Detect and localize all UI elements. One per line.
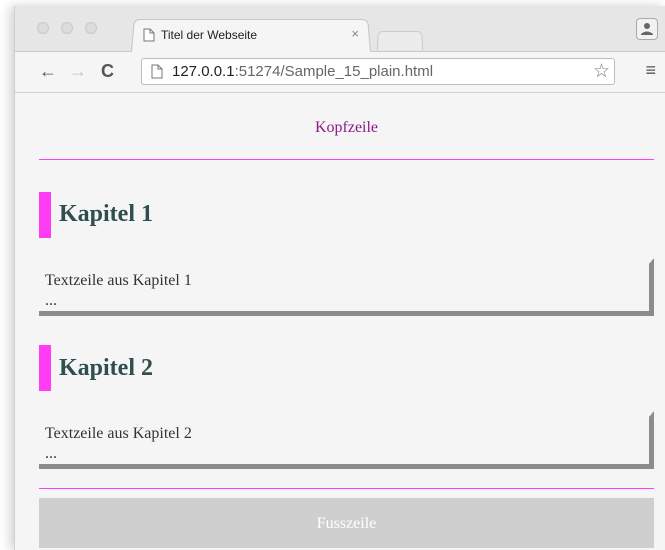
forward-icon[interactable]: → [69, 60, 87, 82]
maximize-window-icon[interactable] [85, 22, 97, 34]
page-icon [143, 28, 155, 47]
new-tab-button[interactable] [377, 31, 423, 50]
user-icon [641, 23, 653, 35]
bookmark-star-icon[interactable]: ☆ [593, 60, 610, 83]
chapter-ellipsis: ... [45, 445, 57, 462]
chapter-text-line: Textzeile aus Kapitel 1 [45, 272, 192, 289]
menu-icon[interactable]: ≡ [645, 61, 656, 79]
browser-window: Titel der Webseite × ← → C 127.0.0.1:512… [14, 6, 665, 550]
chapter-title: Kapitel 2 [59, 355, 153, 381]
tab-close-icon[interactable]: × [351, 26, 359, 41]
header-divider [39, 159, 654, 160]
chapter-marker [39, 345, 51, 391]
tab-title: Titel der Webseite [161, 28, 258, 42]
minimize-window-icon[interactable] [61, 22, 73, 34]
chapter-title: Kapitel 1 [59, 201, 153, 227]
tab-strip: Titel der Webseite × [15, 6, 665, 52]
chapter-ellipsis: ... [45, 292, 57, 309]
back-icon[interactable]: ← [39, 60, 57, 82]
chapter-marker [39, 192, 51, 238]
chapter-box: Textzeile aus Kapitel 1 ... [39, 258, 654, 316]
page-icon [151, 64, 163, 84]
chapter-text-line: Textzeile aus Kapitel 2 [45, 425, 192, 442]
tab-active-content[interactable]: Titel der Webseite × [141, 22, 363, 48]
reload-icon[interactable]: C [101, 60, 114, 82]
page-footer: Fusszeile [39, 498, 654, 548]
footer-divider [39, 488, 654, 489]
page-content: Kopfzeile Kapitel 1 Textzeile aus Kapite… [15, 93, 665, 550]
url-text: 127.0.0.1:51274/Sample_15_plain.html [172, 63, 434, 80]
chapter-box: Textzeile aus Kapitel 2 ... [39, 411, 654, 469]
page-header: Kopfzeile [314, 119, 379, 136]
footer-text: Fusszeile [316, 515, 377, 532]
close-window-icon[interactable] [37, 22, 49, 34]
profile-button[interactable] [636, 18, 658, 40]
address-bar[interactable]: 127.0.0.1:51274/Sample_15_plain.html ☆ [141, 58, 615, 85]
browser-toolbar: ← → C 127.0.0.1:51274/Sample_15_plain.ht… [15, 52, 665, 93]
